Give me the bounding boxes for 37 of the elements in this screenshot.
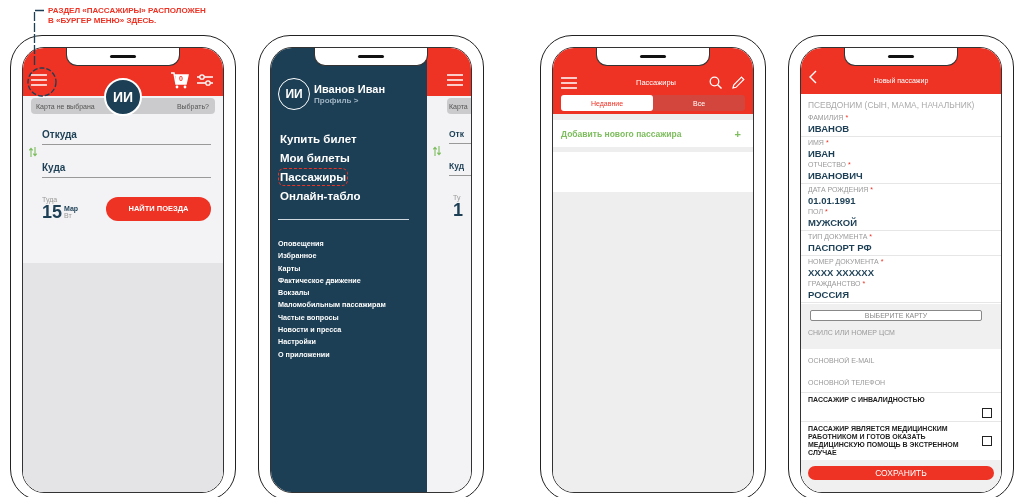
annotation-note: РАЗДЕЛ «ПАССАЖИРЫ» РАСПОЛОЖЕН В «БУРГЕР МЕНЮ» ЗДЕСЬ. [48,6,206,26]
menu-button[interactable] [561,76,577,89]
menu-button[interactable] [31,74,47,86]
menu-item[interactable]: Мои билеты [278,149,352,167]
route-field[interactable]: Куд [449,158,471,176]
text-field[interactable]: РОССИЯ [808,288,994,300]
from-field[interactable]: Откуда [42,126,211,145]
swap-icon[interactable] [433,146,441,156]
text-field[interactable]: ПАСПОРТ РФ [808,241,994,253]
menu-item[interactable]: Онлайн-табло [278,187,363,205]
date-day[interactable]: 15 [42,203,63,221]
edit-button[interactable] [732,76,745,89]
checkbox[interactable] [982,408,992,418]
alias-field[interactable]: ПСЕВДОНИМ (СЫН, МАМА, НАЧАЛЬНИК) [808,98,998,112]
text-field[interactable]: 01.01.1991 [808,194,994,206]
user-name: Иванов Иван [314,83,386,95]
text-field[interactable]: МУЖСКОЙ [808,216,994,228]
date-day[interactable]: 1 [453,201,471,219]
back-button[interactable] [809,70,817,84]
to-field[interactable]: Куда [42,159,211,178]
filter-button[interactable] [197,73,213,87]
avatar[interactable]: ИИ [104,78,142,116]
route-field[interactable]: Отк [449,126,471,144]
swap-icon[interactable] [28,147,37,157]
text-field[interactable]: ИВАНОВИЧ [808,169,994,181]
menu-item[interactable]: Купить билет [278,130,359,148]
leader-line [33,9,45,68]
text-field[interactable]: ИВАНОВ [808,122,994,134]
text-field[interactable]: ИВАН [808,147,994,159]
profile-link[interactable]: Профиль > [314,96,386,105]
search-button[interactable] [709,76,722,89]
save-button[interactable]: СОХРАНИТЬ [808,466,994,480]
menu-button[interactable] [447,74,463,86]
text-field[interactable]: XXXX XXXXXX [808,266,994,278]
checkbox[interactable] [982,436,992,446]
menu-item[interactable]: Пассажиры [278,168,349,186]
highlight-circle [27,67,57,97]
